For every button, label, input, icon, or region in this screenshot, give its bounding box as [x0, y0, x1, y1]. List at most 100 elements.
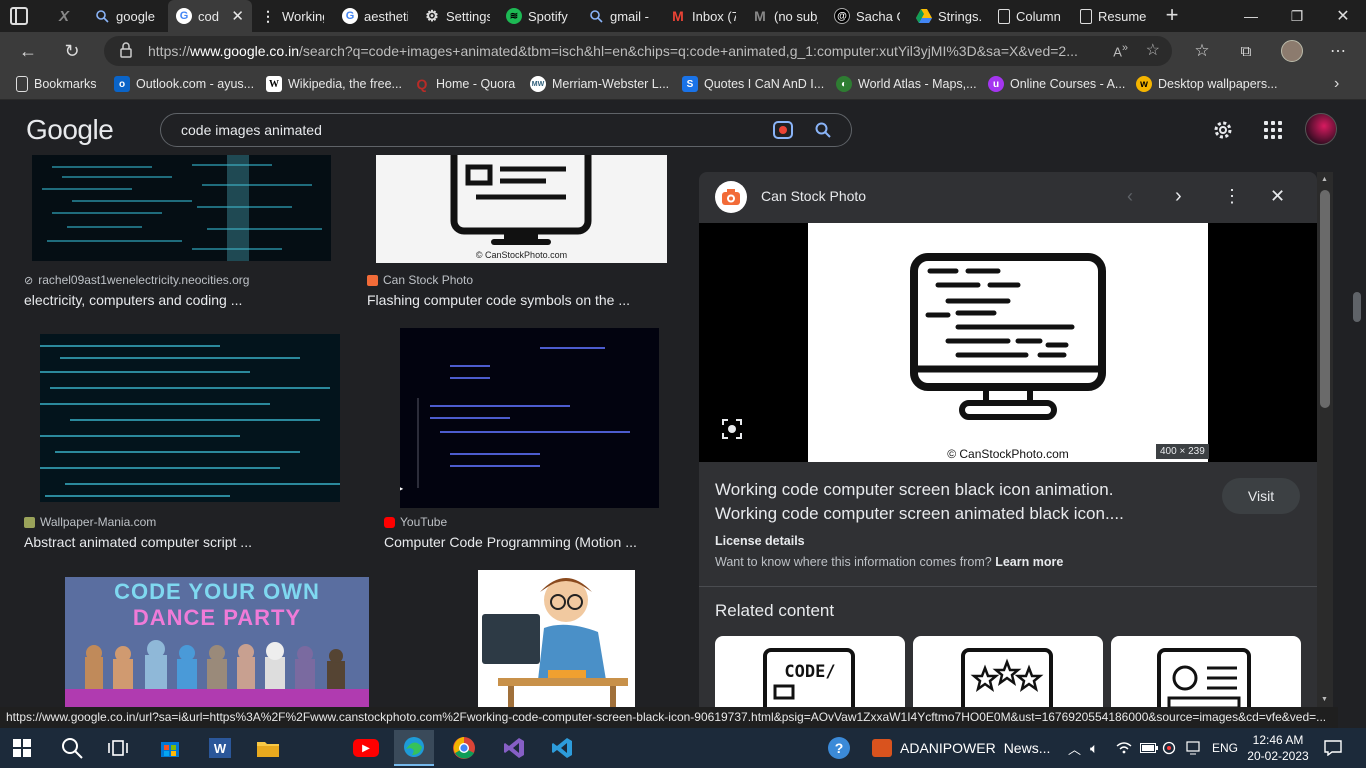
bookmark-item[interactable]: w Desktop wallpapers...	[1136, 76, 1278, 92]
page-scrollbar-thumb[interactable]	[1353, 292, 1361, 322]
related-card[interactable]	[1111, 636, 1301, 708]
profile-avatar[interactable]	[1276, 35, 1308, 67]
visit-button[interactable]: Visit	[1222, 478, 1300, 514]
lens-icon[interactable]	[773, 121, 793, 142]
bookmark-item[interactable]: Q Home - Quora	[414, 76, 516, 92]
result-title[interactable]: Computer Code Programming (Motion ...	[384, 534, 637, 550]
panel-title-line2[interactable]: Working code computer screen animated bl…	[715, 504, 1124, 524]
tab-4[interactable]: G aestheti	[334, 0, 416, 32]
result-thumbnail[interactable]	[478, 570, 635, 707]
store-icon[interactable]	[150, 732, 190, 764]
result-thumbnail[interactable]: © CanStockPhoto.com	[376, 155, 667, 263]
tab-8[interactable]: M Inbox (7	[662, 0, 744, 32]
read-aloud-icon[interactable]: A»	[1113, 42, 1128, 59]
help-icon[interactable]: ?	[828, 728, 850, 768]
tab-11[interactable]: Strings.p	[908, 0, 990, 32]
chrome-icon[interactable]	[444, 732, 484, 764]
bookmark-item[interactable]: Bookmarks	[16, 76, 97, 92]
bookmark-item[interactable]: o Outlook.com - ayus...	[114, 76, 254, 92]
close-panel-icon[interactable]: ✕	[1270, 186, 1285, 207]
result-title[interactable]: Abstract animated computer script ...	[24, 534, 252, 550]
learn-more-link[interactable]: Learn more	[995, 555, 1063, 569]
language-indicator[interactable]: ENG	[1212, 728, 1238, 768]
battery-icon[interactable]	[1140, 728, 1158, 768]
display-icon[interactable]	[1186, 728, 1200, 768]
back-button[interactable]: ←	[12, 35, 44, 67]
result-thumbnail[interactable]	[40, 334, 340, 502]
youtube-icon[interactable]: ▶	[346, 732, 386, 764]
word-icon[interactable]: W	[200, 732, 240, 764]
file-explorer-icon[interactable]	[248, 732, 288, 764]
favorites-icon[interactable]: ☆	[1186, 35, 1218, 67]
tab-0[interactable]: X	[48, 0, 84, 32]
related-card[interactable]: CODE/	[715, 636, 905, 708]
tab-1[interactable]: google	[86, 0, 168, 32]
account-avatar[interactable]	[1305, 113, 1337, 145]
result-title[interactable]: electricity, computers and coding ...	[24, 292, 242, 308]
tab-6[interactable]: ≋ Spotify -	[498, 0, 578, 32]
result-source[interactable]: YouTube	[384, 515, 447, 529]
google-logo[interactable]: Google	[26, 114, 114, 146]
settings-gear-icon[interactable]	[1212, 119, 1234, 146]
search-input[interactable]: code images animated	[160, 113, 852, 147]
tab-2-active[interactable]: G cod ✕	[168, 0, 252, 32]
scroll-up-icon[interactable]: ▲	[1321, 176, 1328, 183]
panel-title-line1[interactable]: Working code computer screen black icon …	[715, 480, 1113, 500]
next-chevron-icon[interactable]: ›	[1175, 185, 1182, 208]
tab-3[interactable]: ⋮ Working	[252, 0, 332, 32]
wifi-icon[interactable]	[1116, 728, 1132, 768]
tray-chevron-icon[interactable]: ︿	[1068, 728, 1081, 768]
favorite-add-icon[interactable]: ☆	[1146, 40, 1160, 60]
chevron-right-icon[interactable]: ›	[1334, 75, 1339, 93]
tab-5[interactable]: ⚙ Settings	[416, 0, 498, 32]
page-scrollbar[interactable]	[1348, 155, 1366, 707]
license-details-link[interactable]: License details	[715, 534, 805, 548]
panel-source[interactable]: Can Stock Photo	[761, 188, 866, 204]
search-icon[interactable]	[815, 122, 831, 141]
bookmark-item[interactable]: ◐ World Atlas - Maps,...	[836, 76, 977, 92]
collections-icon[interactable]: ⧉	[1230, 35, 1262, 67]
tab-13[interactable]: Resume	[1072, 0, 1156, 32]
tab-10[interactable]: @ Sacha G	[826, 0, 908, 32]
result-source[interactable]: Wallpaper-Mania.com	[24, 515, 156, 529]
result-thumbnail[interactable]: ▶	[400, 328, 659, 508]
scroll-down-icon[interactable]: ▼	[1321, 696, 1328, 703]
clock[interactable]: 12:46 AM 20-02-2023	[1246, 728, 1310, 768]
reload-button[interactable]: ↻	[56, 35, 88, 67]
bookmark-item[interactable]: MW Merriam-Webster L...	[530, 76, 669, 92]
result-title[interactable]: Flashing computer code symbols on the ..…	[367, 292, 630, 308]
result-source[interactable]: ⊘ rachel09ast1wenelectricity.neocities.or…	[24, 273, 249, 287]
tab-actions-icon[interactable]	[10, 7, 28, 25]
preview-image[interactable]: © CanStockPhoto.com	[808, 223, 1208, 462]
minimize-button[interactable]: —	[1228, 0, 1274, 32]
new-tab-button[interactable]: +	[1160, 4, 1184, 28]
tab-12[interactable]: Column	[990, 0, 1072, 32]
previous-chevron-icon[interactable]: ‹	[1127, 186, 1133, 207]
related-card[interactable]	[913, 636, 1103, 708]
close-window-button[interactable]: ✕	[1320, 0, 1366, 32]
more-menu-icon[interactable]: ⋯	[1322, 35, 1354, 67]
visual-studio-icon[interactable]	[494, 732, 534, 764]
address-bar[interactable]: https://www.google.co.in/search?q=code+i…	[104, 36, 1172, 66]
bookmark-item[interactable]: u Online Courses - A...	[988, 76, 1125, 92]
more-options-icon[interactable]: ⋮	[1223, 186, 1241, 207]
restore-button[interactable]: ❐	[1274, 0, 1320, 32]
tab-7[interactable]: gmail - S	[580, 0, 660, 32]
panel-scrollbar-thumb[interactable]	[1320, 190, 1330, 408]
edge-icon[interactable]	[394, 730, 434, 766]
volume-icon[interactable]: 🔈︎	[1090, 728, 1098, 768]
close-tab-icon[interactable]: ✕	[231, 7, 244, 25]
result-source[interactable]: Can Stock Photo	[367, 273, 473, 287]
apps-grid-icon[interactable]	[1264, 121, 1282, 139]
notification-icon[interactable]	[1324, 728, 1342, 768]
webcam-icon[interactable]	[1162, 728, 1176, 768]
result-thumbnail[interactable]	[32, 155, 331, 261]
bookmark-item[interactable]: S Quotes I CaN AnD I...	[682, 76, 824, 92]
tab-9[interactable]: M (no subj	[744, 0, 826, 32]
lens-search-icon[interactable]	[721, 418, 743, 440]
result-thumbnail[interactable]: CODE YOUR OWN DANCE PARTY	[65, 577, 369, 707]
bookmark-item[interactable]: W Wikipedia, the free...	[266, 76, 402, 92]
news-widget[interactable]: ADANIPOWER News...	[872, 728, 1050, 768]
search-icon[interactable]	[52, 732, 92, 764]
start-button[interactable]	[2, 732, 42, 764]
